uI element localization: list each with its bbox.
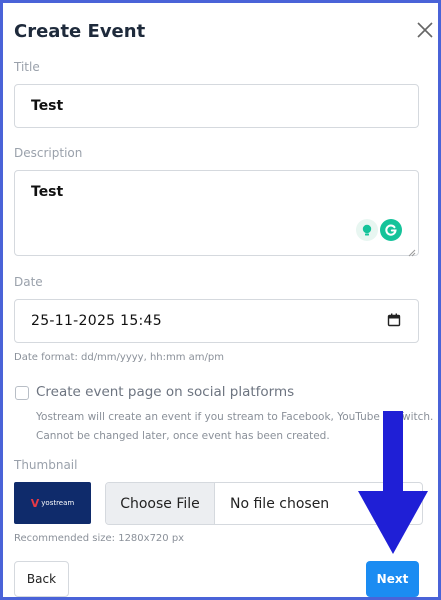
resize-handle-icon[interactable] (408, 245, 416, 257)
description-label: Description (14, 146, 83, 160)
title-label: Title (14, 60, 40, 74)
create-event-dialog: Create Event Title Test Description Test… (3, 3, 438, 597)
thumbnail-size-hint: Recommended size: 1280x720 px (14, 533, 185, 544)
thumbnail-file-input[interactable]: Choose File No file chosen (105, 482, 423, 525)
back-button[interactable]: Back (14, 561, 69, 597)
date-input[interactable]: 25-11-2025 15:45 (14, 299, 419, 343)
grammarly-widget[interactable] (356, 219, 402, 241)
date-format-hint: Date format: dd/mm/yyyy, hh:mm am/pm (14, 352, 224, 363)
thumbnail-label: Thumbnail (14, 458, 78, 472)
title-input[interactable]: Test (14, 84, 419, 128)
description-textarea[interactable]: Test (14, 170, 419, 257)
close-icon[interactable] (415, 20, 435, 40)
thumbnail-preview: Vyostream (14, 482, 91, 524)
dialog-title: Create Event (14, 21, 146, 42)
grammarly-icon[interactable] (380, 219, 402, 241)
grammarly-bulb-icon[interactable] (356, 219, 378, 241)
yostream-logo: Vyostream (30, 496, 75, 510)
social-event-checkbox-label[interactable]: Create event page on social platforms (36, 384, 294, 400)
description-value: Test (31, 184, 64, 200)
social-event-checkbox[interactable] (15, 386, 29, 400)
date-label: Date (14, 275, 43, 289)
next-button[interactable]: Next (366, 561, 419, 597)
file-status: No file chosen (230, 495, 330, 512)
calendar-icon[interactable] (387, 313, 401, 331)
choose-file-button[interactable]: Choose File (106, 483, 215, 524)
date-input-value: 25-11-2025 15:45 (31, 313, 162, 329)
social-event-description: Yostream will create an event if you str… (36, 411, 434, 442)
title-input-value: Test (31, 98, 64, 114)
